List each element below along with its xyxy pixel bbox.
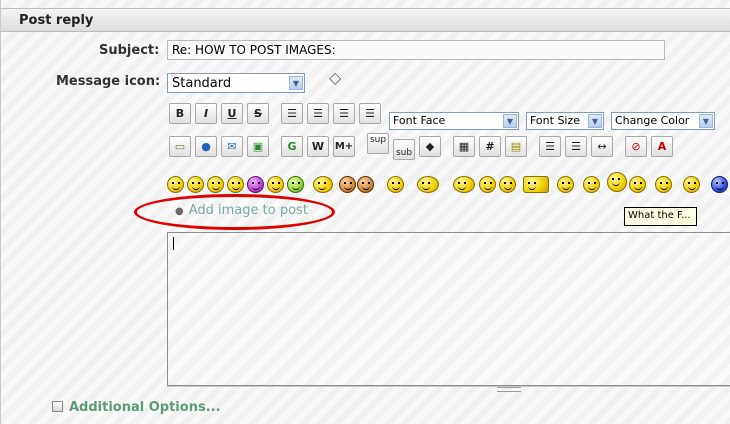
smiley-icon[interactable] (313, 176, 333, 193)
smiley-icon[interactable] (683, 176, 700, 193)
font-size-value: Font Size (530, 114, 581, 127)
subject-label: Subject: (99, 43, 160, 58)
chevron-down-icon: ▼ (503, 114, 517, 128)
video-icon: ▣ (252, 140, 264, 153)
smiley-icon[interactable] (287, 176, 304, 193)
smiley-icon[interactable] (479, 176, 496, 193)
remove-format-button[interactable]: ⊘ (625, 136, 647, 157)
smiley-icon[interactable] (267, 176, 284, 193)
google-button[interactable]: G (281, 136, 303, 157)
hash-button[interactable]: # (479, 136, 501, 157)
message-icon-value: Standard (172, 76, 232, 91)
subject-input[interactable] (167, 40, 665, 60)
eraser-icon: ◆ (425, 140, 435, 153)
smiley-tooltip: What the F... (624, 207, 697, 226)
remove-format-icon: ⊘ (631, 140, 641, 153)
horizontal-rule-icon: ↔ (597, 140, 607, 153)
message-icon-select[interactable]: Standard ▼ (167, 73, 305, 93)
message-icon-label: Message icon: (56, 74, 161, 89)
annotation-circle (134, 194, 335, 230)
smiley-icon[interactable] (167, 176, 184, 193)
panel-header: Post reply (1, 8, 730, 32)
strikethrough-button[interactable]: S (247, 103, 269, 124)
numbered-list-button[interactable]: ☰ (565, 136, 587, 157)
align-center-icon: ☰ (287, 107, 297, 120)
font-face-value: Font Face (393, 114, 446, 127)
additional-options-toggle[interactable]: Additional Options... (52, 400, 221, 415)
insert-video-button[interactable]: ▣ (247, 136, 269, 157)
color-button[interactable]: A (651, 136, 673, 157)
insert-link-button[interactable]: ● (195, 136, 217, 157)
align-center-button[interactable]: ☰ (281, 103, 303, 124)
chevron-down-icon: ▼ (588, 114, 602, 128)
chevron-down-icon: ▼ (699, 114, 713, 128)
align-middle-icon: ☰ (339, 107, 349, 120)
underline-button[interactable]: U (221, 103, 243, 124)
resize-handle[interactable] (497, 387, 521, 392)
numbered-list-icon: ☰ (571, 140, 581, 153)
text-caret (173, 237, 174, 250)
smiley-icon[interactable] (247, 176, 264, 193)
smiley-icon[interactable] (499, 176, 516, 193)
horizontal-rule-button[interactable]: ↔ (591, 136, 613, 157)
align-middle-button[interactable]: ☰ (333, 103, 355, 124)
message-textarea[interactable] (167, 232, 730, 386)
change-color-value: Change Color (615, 114, 690, 127)
table-icon: ▦ (458, 140, 470, 153)
align-right-icon: ☰ (365, 107, 375, 120)
bullet-list-icon: ☰ (545, 140, 555, 153)
change-color-select[interactable]: Change Color ▼ (611, 112, 715, 130)
smiley-icon[interactable] (387, 176, 404, 193)
table-button[interactable]: ▦ (453, 136, 475, 157)
align-left-button[interactable]: ☰ (307, 103, 329, 124)
font-size-select[interactable]: Font Size ▼ (526, 112, 604, 130)
resize-divider (167, 386, 730, 387)
bullet-list-button[interactable]: ☰ (539, 136, 561, 157)
smiley-icon[interactable] (227, 176, 244, 193)
smiley-icon[interactable] (339, 176, 356, 193)
align-left-icon: ☰ (313, 107, 323, 120)
bold-button[interactable]: B (169, 103, 191, 124)
image-icon: ▭ (174, 140, 186, 153)
quote-icon: ▤ (510, 140, 522, 153)
smiley-icon[interactable] (655, 176, 672, 193)
smiley-icon[interactable] (187, 176, 204, 193)
smiley-icon[interactable] (453, 176, 475, 193)
quote-button[interactable]: ▤ (505, 136, 527, 157)
post-reply-panel: Post reply Subject: Message icon: Standa… (0, 0, 730, 424)
tag-icon: ◇ (329, 68, 342, 87)
smiley-icon[interactable] (523, 176, 549, 193)
subscript-button[interactable]: sub (393, 139, 415, 160)
email-icon: ✉ (227, 140, 237, 153)
chevron-down-icon: ▼ (289, 76, 303, 90)
smiley-icon[interactable] (357, 176, 374, 193)
superscript-button[interactable]: sup (367, 133, 389, 154)
insert-email-button[interactable]: ✉ (221, 136, 243, 157)
smiley-icon[interactable] (607, 172, 627, 192)
wiki-button[interactable]: W (307, 136, 329, 157)
font-face-select[interactable]: Font Face ▼ (389, 112, 519, 130)
italic-button[interactable]: I (195, 103, 217, 124)
more-button[interactable]: M+ (333, 136, 355, 157)
insert-image-button[interactable]: ▭ (169, 136, 191, 157)
smiley-icon[interactable] (711, 176, 728, 193)
globe-icon: ● (201, 140, 211, 153)
eraser-button[interactable]: ◆ (419, 136, 441, 157)
align-right-button[interactable]: ☰ (359, 103, 381, 124)
additional-options-label: Additional Options... (69, 400, 221, 415)
smiley-icon[interactable] (417, 176, 439, 193)
expand-box-icon (52, 401, 63, 412)
smiley-icon[interactable] (583, 176, 600, 193)
smiley-icon[interactable] (207, 176, 224, 193)
panel-title: Post reply (19, 13, 94, 28)
smiley-icon[interactable] (557, 176, 574, 193)
smiley-icon[interactable] (629, 176, 646, 193)
